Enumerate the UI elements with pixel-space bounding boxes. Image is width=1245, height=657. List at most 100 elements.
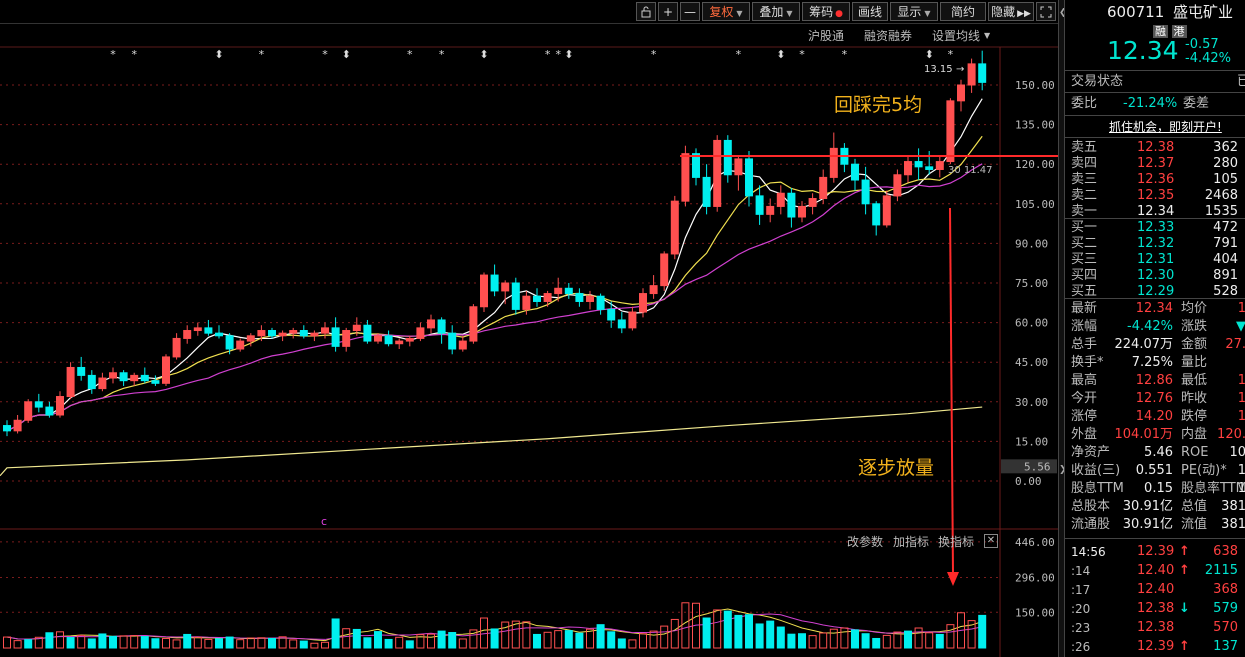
candle[interactable] <box>766 198 775 223</box>
candle[interactable] <box>225 333 234 355</box>
candle[interactable] <box>56 391 64 418</box>
event-marker-icon[interactable]: * <box>131 48 137 61</box>
volume-bar[interactable] <box>405 640 414 649</box>
volume-bar[interactable] <box>522 621 531 649</box>
candle[interactable] <box>914 148 923 181</box>
volume-bar[interactable] <box>872 637 881 649</box>
candle[interactable] <box>819 169 828 204</box>
volume-bar[interactable] <box>77 634 86 649</box>
event-marker-icon[interactable]: ⬍ <box>776 48 785 61</box>
volume-bar[interactable] <box>586 628 594 649</box>
event-marker-icon[interactable]: * <box>651 48 657 61</box>
volume-bar[interactable] <box>702 617 711 649</box>
volume-bar[interactable] <box>723 610 732 649</box>
candle[interactable] <box>331 317 340 352</box>
candle[interactable] <box>776 185 785 215</box>
volume-bar[interactable] <box>45 632 54 649</box>
volume-bar[interactable] <box>183 633 192 649</box>
volume-bar[interactable] <box>257 637 266 649</box>
candle[interactable] <box>957 79 965 112</box>
candle[interactable] <box>946 98 955 165</box>
event-marker-icon[interactable]: * <box>110 48 116 61</box>
zoom-in-button[interactable]: + <box>658 2 678 21</box>
candle[interactable] <box>13 415 22 434</box>
volume-bar[interactable] <box>639 633 647 649</box>
volume-bar[interactable] <box>384 638 393 649</box>
event-marker-icon[interactable]: * <box>736 48 742 61</box>
candle[interactable] <box>34 393 43 413</box>
volume-bar[interactable] <box>24 639 33 649</box>
volume-bar[interactable] <box>204 638 213 649</box>
volume-bar[interactable] <box>670 618 679 649</box>
volume-bar[interactable] <box>935 633 944 649</box>
event-marker-icon[interactable]: * <box>545 48 551 61</box>
open-account-link[interactable]: 抓住机会，即刻开户! <box>1109 118 1222 135</box>
kline-chart-area[interactable]: 150.00 135.00 120.00 105.00 90.00 75.00 60.00 4… <box>0 0 1058 657</box>
volume-bar[interactable] <box>840 627 849 649</box>
candle[interactable] <box>702 164 711 215</box>
candle[interactable] <box>670 195 679 260</box>
candle[interactable] <box>829 132 838 183</box>
edit-params-button[interactable]: 改参数 <box>847 533 883 550</box>
candle[interactable] <box>978 50 987 91</box>
candle[interactable] <box>723 135 732 183</box>
candle[interactable] <box>925 151 934 175</box>
volume-bar[interactable] <box>490 628 499 649</box>
volume-bar[interactable] <box>554 630 563 649</box>
volume-bar[interactable] <box>660 625 669 649</box>
volume-bar[interactable] <box>119 635 128 649</box>
volume-bar[interactable] <box>310 642 319 649</box>
volume-bar[interactable] <box>829 628 838 649</box>
volume-bar[interactable] <box>649 630 658 649</box>
display-button[interactable]: 显示 ▼ <box>890 2 938 21</box>
candle[interactable] <box>490 264 499 297</box>
volume-bar[interactable] <box>215 638 223 649</box>
volume-bar[interactable] <box>755 623 764 649</box>
volume-bar[interactable] <box>363 637 372 649</box>
candle[interactable] <box>564 283 573 299</box>
candle[interactable] <box>480 272 488 313</box>
candle[interactable] <box>501 280 510 305</box>
candle[interactable] <box>893 169 902 202</box>
volume-bar[interactable] <box>533 633 541 649</box>
volume-bar[interactable] <box>130 635 139 649</box>
volume-bar[interactable] <box>3 636 11 649</box>
zoom-out-button[interactable]: — <box>680 2 700 21</box>
volume-bar[interactable] <box>246 637 255 649</box>
candle[interactable] <box>215 325 223 339</box>
event-marker-icon[interactable]: * <box>259 48 265 61</box>
volume-bar[interactable] <box>56 631 64 649</box>
candle[interactable] <box>798 201 806 223</box>
candle[interactable] <box>787 187 796 228</box>
candle[interactable] <box>140 367 149 384</box>
event-marker-icon[interactable]: * <box>322 48 328 61</box>
candle[interactable] <box>617 312 626 334</box>
margin-trading-link[interactable]: 融资融券 <box>864 27 912 44</box>
event-marker-icon[interactable]: * <box>842 48 848 61</box>
hk-connect-link[interactable]: 沪股通 <box>808 27 844 44</box>
candle[interactable] <box>3 420 11 437</box>
event-marker-icon[interactable]: * <box>555 48 561 61</box>
candle[interactable] <box>395 338 404 349</box>
volume-bar[interactable] <box>342 628 351 649</box>
candle[interactable] <box>596 293 605 315</box>
simple-button[interactable]: 简约 <box>940 2 986 21</box>
volume-bar[interactable] <box>151 638 160 649</box>
candle[interactable] <box>840 143 849 173</box>
candle[interactable] <box>416 322 425 342</box>
volume-bar[interactable] <box>681 602 690 649</box>
candle[interactable] <box>183 325 192 344</box>
candle[interactable] <box>437 317 446 344</box>
candle[interactable] <box>448 325 457 355</box>
add-indicator-button[interactable]: 加指标 <box>893 533 929 550</box>
candle[interactable] <box>151 375 160 386</box>
overlay-button[interactable]: 叠加 ▼ <box>752 2 800 21</box>
volume-bar[interactable] <box>395 636 404 649</box>
volume-bar[interactable] <box>798 633 806 649</box>
lock-icon[interactable] <box>636 2 656 21</box>
candle[interactable] <box>66 362 75 400</box>
volume-bar[interactable] <box>787 633 796 649</box>
candle[interactable] <box>45 401 54 418</box>
candle[interactable] <box>713 135 722 212</box>
switch-indicator-button[interactable]: 换指标 <box>938 533 974 550</box>
